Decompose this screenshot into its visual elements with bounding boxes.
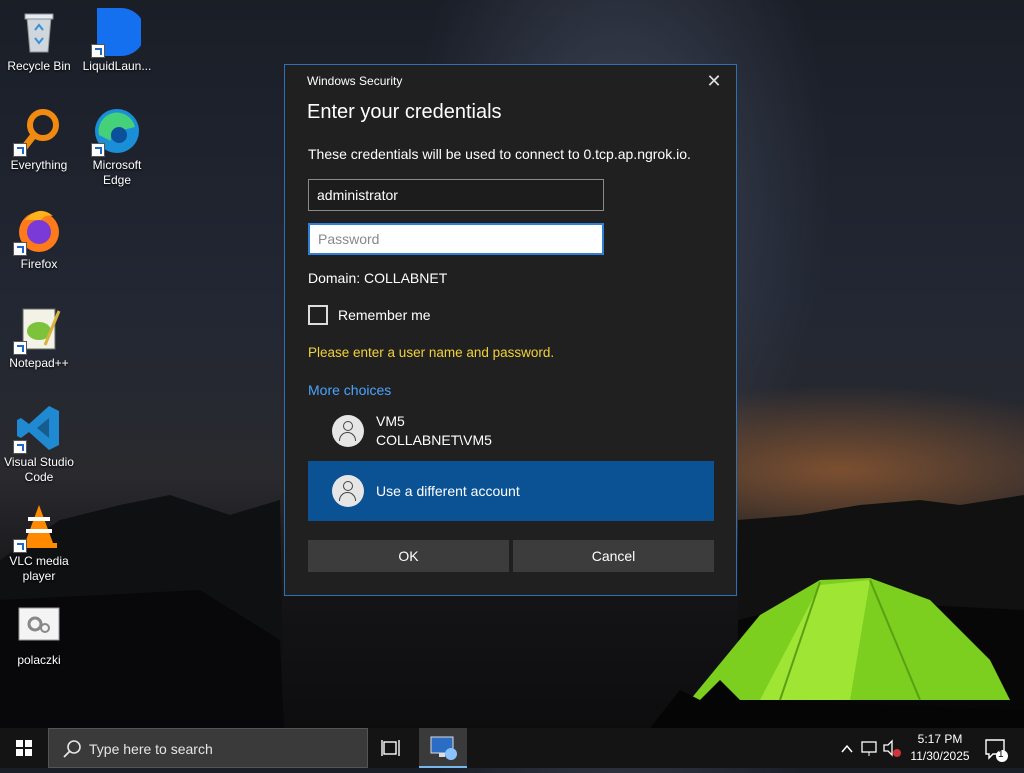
desktop-icon-vlc[interactable]: VLC media player bbox=[0, 503, 78, 584]
desktop-icon-firefox[interactable]: Firefox bbox=[0, 206, 78, 272]
connection-file-icon bbox=[15, 602, 63, 650]
firefox-icon bbox=[13, 206, 63, 256]
desktop-icon-liquidlauncher[interactable]: LiquidLaun... bbox=[78, 8, 156, 74]
search-placeholder: Type here to search bbox=[89, 741, 213, 757]
desktop-icon-label: polaczki bbox=[17, 653, 61, 667]
desktop-icon-vscode[interactable]: Visual Studio Code bbox=[0, 404, 78, 485]
system-clock[interactable]: 5:17 PM 11/30/2025 bbox=[904, 731, 976, 765]
liquidlauncher-icon bbox=[91, 8, 145, 58]
remember-me-checkbox[interactable]: Remember me bbox=[308, 304, 431, 326]
cancel-button[interactable]: Cancel bbox=[513, 540, 714, 572]
dialog-heading: Enter your credentials bbox=[307, 101, 502, 123]
taskbar-search-box[interactable]: Type here to search bbox=[48, 728, 368, 768]
shortcut-arrow-icon bbox=[13, 539, 27, 553]
desktop-icon-label: Firefox bbox=[20, 257, 58, 271]
vscode-icon bbox=[13, 404, 63, 454]
user-avatar-icon bbox=[332, 475, 364, 507]
dialog-description: These credentials will be used to connec… bbox=[308, 146, 691, 162]
desktop-icon-recycle-bin[interactable]: Recycle Bin bbox=[0, 8, 78, 74]
shortcut-arrow-icon bbox=[13, 143, 27, 157]
action-center-button[interactable]: 1 bbox=[976, 728, 1024, 768]
desktop-icon-notepadpp[interactable]: Notepad++ bbox=[0, 305, 78, 371]
close-icon[interactable]: ✕ bbox=[702, 71, 726, 91]
more-choices-link[interactable]: More choices bbox=[308, 382, 391, 398]
chevron-up-icon[interactable] bbox=[841, 744, 853, 753]
credentials-dialog: Windows Security ✕ Enter your credential… bbox=[284, 64, 737, 596]
shortcut-arrow-icon bbox=[91, 44, 105, 58]
user-avatar-icon bbox=[332, 415, 364, 447]
taskbar: Type here to search 5:17 PM 11/30/2025 1 bbox=[0, 728, 1024, 768]
system-tray bbox=[836, 728, 904, 768]
desktop-icon-label: Microsoft Edge bbox=[92, 158, 142, 187]
desktop-icon-polaczki[interactable]: polaczki bbox=[0, 602, 78, 668]
account-name: VM5 bbox=[376, 413, 405, 429]
account-option-different[interactable]: Use a different account bbox=[308, 461, 714, 521]
clock-time: 5:17 PM bbox=[917, 732, 963, 746]
clock-date: 11/30/2025 bbox=[910, 749, 970, 763]
account-name: Use a different account bbox=[376, 482, 520, 499]
notification-count: 1 bbox=[998, 749, 1004, 760]
edge-icon bbox=[91, 107, 141, 157]
checkbox-box[interactable] bbox=[308, 305, 328, 325]
task-view-icon bbox=[381, 740, 400, 756]
account-detail: COLLABNET\VM5 bbox=[376, 432, 492, 448]
desktop-icon-label: LiquidLaun... bbox=[82, 59, 152, 73]
desktop-icon-label: VLC media player bbox=[9, 554, 69, 583]
network-icon[interactable] bbox=[861, 741, 877, 756]
shortcut-arrow-icon bbox=[13, 341, 27, 355]
notepadpp-icon bbox=[13, 305, 63, 355]
password-field[interactable] bbox=[308, 223, 604, 255]
shortcut-arrow-icon bbox=[13, 440, 27, 454]
vlc-icon bbox=[13, 503, 63, 553]
desktop-icon-label: Everything bbox=[10, 158, 68, 172]
remote-desktop-icon bbox=[430, 736, 457, 760]
username-field[interactable] bbox=[308, 179, 604, 211]
shortcut-arrow-icon bbox=[13, 242, 27, 256]
warning-message: Please enter a user name and password. bbox=[308, 345, 555, 360]
domain-label: Domain: COLLABNET bbox=[308, 270, 448, 286]
notification-icon bbox=[985, 739, 1008, 762]
desktop-icon-edge[interactable]: Microsoft Edge bbox=[78, 107, 156, 188]
search-icon bbox=[63, 740, 81, 758]
desktop-icon-everything[interactable]: Everything bbox=[0, 107, 78, 173]
task-view-button[interactable] bbox=[368, 728, 416, 768]
volume-muted-icon[interactable] bbox=[883, 739, 901, 757]
desktop-icon-label: Visual Studio Code bbox=[4, 455, 74, 484]
recycle-bin-icon bbox=[15, 8, 63, 56]
everything-search-icon bbox=[13, 107, 63, 157]
desktop-icon-label: Notepad++ bbox=[9, 356, 69, 370]
dialog-window-title: Windows Security bbox=[307, 74, 403, 88]
account-option-vm5[interactable]: VM5 COLLABNET\VM5 bbox=[308, 401, 714, 461]
start-button[interactable] bbox=[0, 728, 48, 768]
shortcut-arrow-icon bbox=[91, 143, 105, 157]
windows-logo-icon bbox=[16, 740, 32, 756]
ok-button[interactable]: OK bbox=[308, 540, 509, 572]
desktop-icon-label: Recycle Bin bbox=[7, 59, 71, 73]
remember-me-label: Remember me bbox=[338, 307, 431, 323]
taskbar-app-remote-desktop[interactable] bbox=[419, 728, 467, 768]
